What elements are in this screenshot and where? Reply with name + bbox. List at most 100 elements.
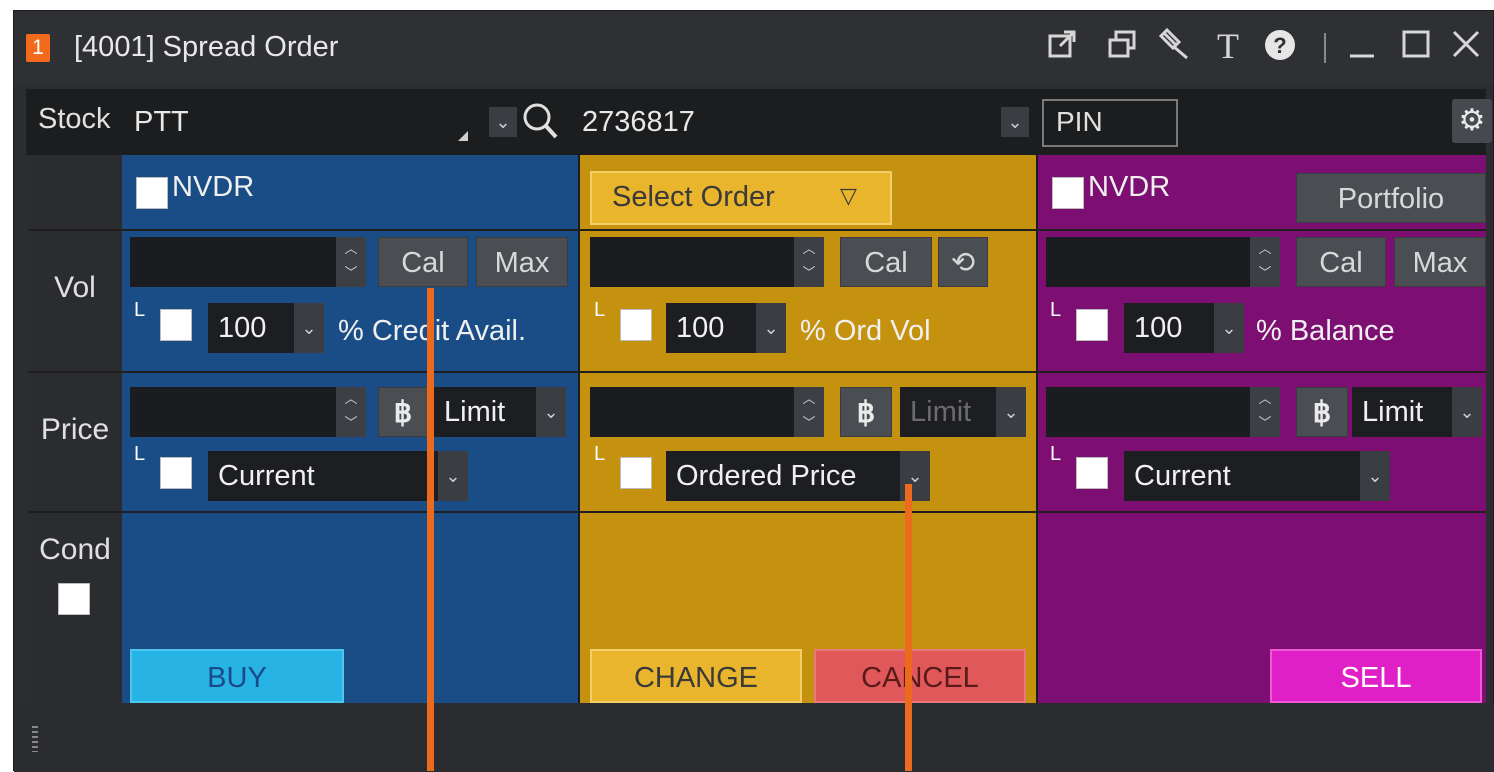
window-title: [4001] Spread Order — [74, 31, 339, 63]
order-panel: Select Order ▽ ︿ ﹀ Cal ⟲ L 100 ⌄ % Ord Vo… — [580, 155, 1036, 703]
chevron-down-icon[interactable]: ⌄ — [294, 303, 324, 353]
vol-label: Vol — [54, 271, 96, 304]
stock-row: Stock PTT ⌄ 2736817 ⌄ PIN ⚙ — [26, 89, 1492, 155]
order-cal-button[interactable]: Cal — [840, 237, 932, 287]
title-separator — [1324, 33, 1326, 63]
order-volume-spinner[interactable]: ︿ ﹀ — [794, 237, 824, 287]
gear-icon[interactable]: ⚙ — [1452, 99, 1492, 143]
window-number-badge: 1 — [26, 34, 50, 62]
title-bar: 1 [4001] Spread Order T ? — [14, 11, 1493, 83]
popout-icon[interactable] — [1044, 28, 1080, 64]
buy-cal-button[interactable]: Cal — [378, 237, 468, 287]
resize-grip-icon[interactable] — [32, 726, 38, 752]
buy-max-button[interactable]: Max — [476, 237, 568, 287]
chevron-down-icon[interactable]: ⌄ — [1360, 451, 1390, 501]
order-price-spinner[interactable]: ︿ ﹀ — [794, 387, 824, 437]
cond-checkbox[interactable] — [58, 583, 90, 615]
account-dropdown-button[interactable]: ⌄ — [1001, 107, 1029, 137]
spread-order-window: 1 [4001] Spread Order T ? Stock PTT ⌄ 27… — [13, 10, 1494, 772]
row-label-column: Vol Price Cond — [28, 155, 122, 703]
stock-symbol-input[interactable]: PTT — [126, 97, 486, 147]
stock-label: Stock — [38, 103, 111, 135]
select-order-label: Select Order — [612, 181, 775, 213]
l-link-mark: L — [1050, 299, 1062, 321]
chevron-down-icon[interactable]: ⌄ — [536, 387, 566, 437]
sell-price-input[interactable] — [1046, 387, 1256, 437]
order-vol-link-checkbox[interactable] — [620, 309, 652, 341]
font-icon[interactable]: T — [1210, 28, 1246, 64]
portfolio-button[interactable]: Portfolio — [1296, 173, 1486, 223]
order-grid: Vol Price Cond NVDR ︿ ﹀ Cal Max L 100 ⌄ %… — [28, 155, 1486, 703]
sell-percent-select[interactable]: 100 — [1124, 303, 1214, 353]
chevron-down-icon[interactable]: ⌄ — [1214, 303, 1244, 353]
close-icon[interactable] — [1448, 28, 1484, 64]
resize-corner-icon — [458, 131, 468, 141]
chevron-down-icon[interactable]: ⌄ — [438, 451, 468, 501]
order-price-mode-select[interactable]: Ordered Price — [666, 451, 906, 501]
buy-nvdr-label: NVDR — [172, 171, 255, 203]
restore-copy-icon[interactable] — [1104, 28, 1140, 64]
order-price-link-checkbox[interactable] — [620, 457, 652, 489]
buy-price-input[interactable] — [130, 387, 340, 437]
stock-dropdown-button[interactable]: ⌄ — [489, 107, 517, 137]
buy-price-link-checkbox[interactable] — [160, 457, 192, 489]
svg-text:?: ? — [1273, 33, 1286, 58]
l-link-mark: L — [134, 443, 146, 465]
l-link-mark: L — [594, 443, 606, 465]
buy-panel: NVDR ︿ ﹀ Cal Max L 100 ⌄ % Credit Avail. … — [122, 155, 578, 703]
row-divider — [28, 229, 1486, 231]
sell-price-mode-select[interactable]: Current — [1124, 451, 1364, 501]
buy-nvdr-checkbox[interactable] — [136, 177, 168, 209]
annotation-marker-line — [905, 484, 912, 771]
minimize-icon[interactable] — [1344, 28, 1380, 64]
l-link-mark: L — [594, 299, 606, 321]
search-icon[interactable] — [520, 99, 560, 143]
chevron-down-icon[interactable]: ⌄ — [756, 303, 786, 353]
buy-volume-spinner[interactable]: ︿ ﹀ — [336, 237, 366, 287]
sell-order-type-select[interactable]: Limit — [1352, 387, 1456, 437]
account-number-field[interactable]: 2736817 — [574, 97, 1014, 147]
buy-price-mode-select[interactable]: Current — [208, 451, 442, 501]
buy-volume-input[interactable] — [130, 237, 340, 287]
change-button[interactable]: CHANGE — [590, 649, 802, 703]
order-vol-label: % Ord Vol — [800, 315, 931, 347]
sell-button[interactable]: SELL — [1270, 649, 1482, 703]
order-price-input[interactable] — [590, 387, 800, 437]
buy-vol-link-checkbox[interactable] — [160, 309, 192, 341]
select-order-dropdown[interactable]: Select Order ▽ — [590, 171, 892, 225]
sell-balance-label: % Balance — [1256, 315, 1395, 347]
order-type-select-disabled: Limit — [900, 387, 1000, 437]
order-percent-select[interactable]: 100 — [666, 303, 756, 353]
order-baht-button[interactable]: ฿ — [840, 387, 892, 437]
chevron-down-icon: ⌄ — [996, 387, 1026, 437]
buy-baht-button[interactable]: ฿ — [378, 387, 428, 437]
cancel-button[interactable]: CANCEL — [814, 649, 1026, 703]
sell-nvdr-label: NVDR — [1088, 171, 1171, 203]
sell-vol-link-checkbox[interactable] — [1076, 309, 1108, 341]
order-volume-input[interactable] — [590, 237, 800, 287]
status-bar — [14, 704, 1494, 772]
buy-button[interactable]: BUY — [130, 649, 344, 703]
row-divider — [28, 371, 1486, 373]
chevron-down-icon[interactable]: ⌄ — [1452, 387, 1482, 437]
pin-input[interactable]: PIN — [1042, 99, 1178, 147]
sell-volume-spinner[interactable]: ︿ ﹀ — [1250, 237, 1280, 287]
row-divider — [28, 511, 1486, 513]
l-link-mark: L — [1050, 443, 1062, 465]
buy-percent-select[interactable]: 100 — [208, 303, 298, 353]
pin-icon[interactable] — [1156, 27, 1192, 64]
sell-nvdr-checkbox[interactable] — [1052, 177, 1084, 209]
sell-baht-button[interactable]: ฿ — [1296, 387, 1348, 437]
undo-icon[interactable]: ⟲ — [938, 237, 988, 287]
buy-order-type-select[interactable]: Limit — [434, 387, 540, 437]
maximize-icon[interactable] — [1398, 28, 1434, 64]
sell-cal-button[interactable]: Cal — [1296, 237, 1386, 287]
sell-price-link-checkbox[interactable] — [1076, 457, 1108, 489]
sell-price-spinner[interactable]: ︿ ﹀ — [1250, 387, 1280, 437]
sell-max-button[interactable]: Max — [1394, 237, 1486, 287]
cond-label: Cond — [39, 533, 111, 566]
triangle-down-icon: ▽ — [840, 183, 857, 208]
buy-price-spinner[interactable]: ︿ ﹀ — [336, 387, 366, 437]
help-icon[interactable]: ? — [1262, 28, 1298, 64]
sell-volume-input[interactable] — [1046, 237, 1256, 287]
